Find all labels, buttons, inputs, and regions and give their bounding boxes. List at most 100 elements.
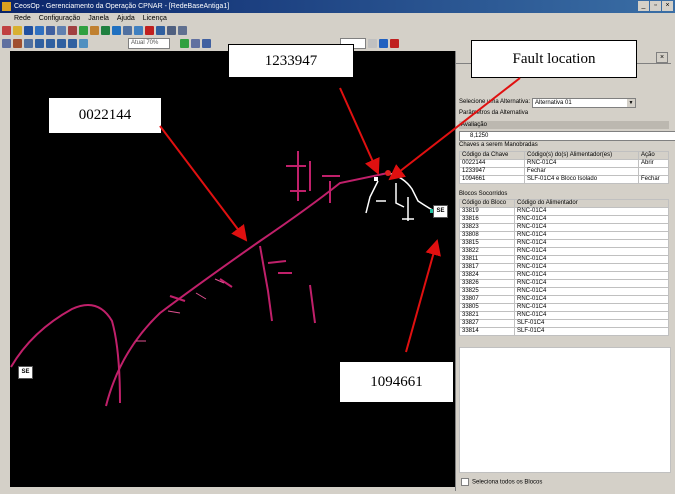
feeder-stubs: [136, 278, 225, 342]
query-icon[interactable]: [368, 39, 377, 48]
cell: SLF-01C4: [514, 327, 669, 336]
select-all-label: Seleciona todos os Blocos: [472, 479, 543, 486]
stop-icon[interactable]: [145, 26, 154, 35]
menu-ajuda[interactable]: Ajuda: [117, 13, 135, 24]
table-row[interactable]: 33807 RNC-01C4: [459, 295, 669, 304]
back-icon[interactable]: [379, 39, 388, 48]
table-row[interactable]: 33821 RNC-01C4: [459, 311, 669, 320]
new-icon[interactable]: [2, 26, 11, 35]
checkbox-box[interactable]: [461, 478, 469, 486]
cell: RNC-01C4: [514, 255, 669, 264]
zoom-all-icon[interactable]: [68, 39, 77, 48]
title-bar: CeosOp - Gerenciamento da Operação CPNAR…: [0, 0, 675, 13]
cell: RNC-01C4: [514, 207, 669, 216]
table-row[interactable]: 33814 SLF-01C4: [459, 327, 669, 336]
toolbar-main: [0, 24, 675, 37]
menu-janela[interactable]: Janela: [88, 13, 109, 24]
feeder-line-west: [10, 304, 121, 404]
substation-se-west[interactable]: SE: [18, 366, 33, 379]
menu-configuracao[interactable]: Configuração: [39, 13, 81, 24]
switches-col-action[interactable]: Ação: [638, 151, 669, 160]
alternative-select[interactable]: Alternativa 01 ▼: [532, 98, 636, 108]
alternatives-panel: × Selecione uma Alternativa: Alternativa…: [455, 51, 675, 491]
window-title: CeosOp - Gerenciamento da Operação CPNAR…: [14, 3, 230, 10]
map-icon[interactable]: [180, 39, 189, 48]
open-icon[interactable]: [13, 26, 22, 35]
callout-fault-location: Fault location: [471, 40, 637, 78]
blocks-col-code[interactable]: Código do Bloco: [459, 199, 515, 208]
layers-icon[interactable]: [13, 39, 22, 48]
chart-icon[interactable]: [101, 26, 110, 35]
zoom-in-icon[interactable]: [35, 39, 44, 48]
cell: RNC-01C4: [524, 159, 639, 168]
table-row[interactable]: 33816 RNC-01C4: [459, 215, 669, 224]
help-icon[interactable]: [178, 26, 187, 35]
cell: RNC-01C4: [514, 263, 669, 272]
pan-icon[interactable]: [79, 39, 88, 48]
select-all-checkbox[interactable]: Seleciona todos os Blocos: [461, 478, 542, 486]
alternative-select-value: Alternativa 01: [535, 100, 572, 106]
fault-marker: [385, 170, 391, 176]
close-icon[interactable]: ×: [662, 1, 673, 11]
table-row[interactable]: 33811 RNC-01C4: [459, 255, 669, 264]
cancel-icon[interactable]: [390, 39, 399, 48]
arrow-icon[interactable]: [134, 26, 143, 35]
app-icon: [2, 2, 11, 11]
table-row[interactable]: 33819 RNC-01C4: [459, 207, 669, 216]
chevron-down-icon[interactable]: ▼: [627, 99, 635, 107]
substation-se-east[interactable]: SE: [433, 205, 448, 218]
edit-icon[interactable]: [68, 26, 77, 35]
table-row[interactable]: 33825 RNC-01C4: [459, 287, 669, 296]
table-icon[interactable]: [57, 26, 66, 35]
table-row[interactable]: 33823 RNC-01C4: [459, 223, 669, 232]
cell: 33815: [459, 239, 515, 248]
table-row[interactable]: 33805 RNC-01C4: [459, 303, 669, 312]
table-row[interactable]: 33815 RNC-01C4: [459, 239, 669, 248]
menu-licenca[interactable]: Licença: [143, 13, 167, 24]
minimize-icon[interactable]: _: [638, 1, 649, 11]
table-row[interactable]: 1094661 SLF-01C4 e Bloco Isolado Fechar: [458, 175, 669, 184]
eval-label: Avaliação: [459, 121, 669, 129]
cell: RNC-01C4: [514, 223, 669, 232]
network-icon[interactable]: [35, 26, 44, 35]
blocks-table-empty-area: [459, 347, 671, 473]
flag-icon[interactable]: [90, 26, 99, 35]
cell: 33826: [459, 279, 515, 288]
cell: RNC-01C4: [514, 271, 669, 280]
zoom-window-icon[interactable]: [57, 39, 66, 48]
table-row[interactable]: 33826 RNC-01C4: [459, 279, 669, 288]
select-icon[interactable]: [2, 39, 11, 48]
maximize-icon[interactable]: ▫: [650, 1, 661, 11]
table-row[interactable]: 0022144 RNC-01C4 Abrir: [458, 159, 669, 168]
properties-icon[interactable]: [24, 39, 33, 48]
print-icon[interactable]: [191, 39, 200, 48]
cell: SLF-01C4: [514, 319, 669, 328]
switches-col-feeders[interactable]: Código(s) do(s) Alimentador(es): [524, 151, 639, 160]
menu-rede[interactable]: Rede: [14, 13, 31, 24]
warning-icon[interactable]: [112, 26, 121, 35]
table-row[interactable]: 33808 RNC-01C4: [459, 231, 669, 240]
zoom-select[interactable]: Atual 70%: [128, 38, 170, 49]
cell: 33814: [459, 327, 515, 336]
panel-close-icon[interactable]: ×: [656, 52, 668, 63]
switches-col-code[interactable]: Código da Chave: [458, 151, 526, 160]
table-row[interactable]: 1233947 Fechar: [458, 167, 669, 176]
check-icon[interactable]: [79, 26, 88, 35]
grid-icon[interactable]: [46, 26, 55, 35]
save-icon[interactable]: [24, 26, 33, 35]
report-icon[interactable]: [156, 26, 165, 35]
zoom-out-icon[interactable]: [46, 39, 55, 48]
refresh-icon[interactable]: [167, 26, 176, 35]
feeder-branches-east: [365, 180, 414, 221]
cell: RNC-01C4: [514, 311, 669, 320]
blocks-col-feeder[interactable]: Código do Alimentador: [514, 199, 669, 208]
table-row[interactable]: 33822 RNC-01C4: [459, 247, 669, 256]
blocks-table: Código do Bloco Código do Alimentador 33…: [459, 199, 669, 336]
pointer-icon[interactable]: [202, 39, 211, 48]
cell: RNC-01C4: [514, 247, 669, 256]
table-row[interactable]: 33824 RNC-01C4: [459, 271, 669, 280]
table-row[interactable]: 33817 RNC-01C4: [459, 263, 669, 272]
line-icon[interactable]: [123, 26, 132, 35]
cell: RNC-01C4: [514, 231, 669, 240]
table-row[interactable]: 33827 SLF-01C4: [459, 319, 669, 328]
